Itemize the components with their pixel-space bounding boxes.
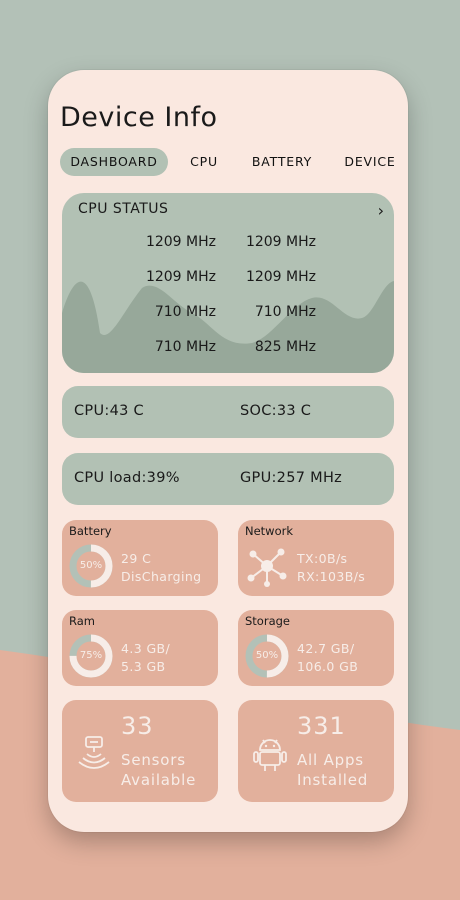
network-nodes-icon xyxy=(247,548,287,587)
storage-percent: 50% xyxy=(255,650,279,661)
ram-label: Ram xyxy=(69,614,95,628)
battery-tile[interactable]: Battery 50% 29 C DisCharging xyxy=(62,520,218,596)
battery-label: Battery xyxy=(69,524,112,538)
cpu-core-freq: 825 MHz xyxy=(254,339,316,355)
sensors-tile[interactable]: 33 Sensors Available xyxy=(62,700,218,802)
soc-temp: SOC:33 C xyxy=(240,403,312,419)
phone-screen: Device Info DASHBOARD CPU BATTERY DEVICE… xyxy=(48,70,408,832)
tab-device[interactable]: DEVICE xyxy=(332,148,408,176)
cpu-load: CPU load:39% xyxy=(74,470,180,486)
network-info: TX:0B/s RX:103B/s xyxy=(297,551,366,584)
apps-count: 331 xyxy=(297,712,346,740)
sensors-count: 33 xyxy=(121,712,154,740)
ram-percent: 75% xyxy=(79,650,103,661)
chevron-right-icon[interactable]: › xyxy=(378,201,384,220)
apps-caption: All Apps Installed xyxy=(297,751,369,789)
page-title: Device Info xyxy=(60,102,218,133)
cpu-temp: CPU:43 C xyxy=(74,403,144,419)
cpu-core-freq: 1209 MHz xyxy=(145,269,216,285)
android-icon xyxy=(253,739,287,771)
storage-info: 42.7 GB/106.0 GB xyxy=(297,641,359,674)
cpu-core-freq: 710 MHz xyxy=(154,304,216,320)
cpu-core-freq: 1209 MHz xyxy=(145,234,216,250)
ram-info: 4.3 GB/5.3 GB xyxy=(121,641,171,674)
sensor-icon xyxy=(78,736,110,769)
cpu-core-freq: 710 MHz xyxy=(154,339,216,355)
cpu-core-freq: 1209 MHz xyxy=(245,269,316,285)
cpu-core-freq: 1209 MHz xyxy=(245,234,316,250)
storage-label: Storage xyxy=(245,614,290,628)
cpu-core-freq: 710 MHz xyxy=(254,304,316,320)
tab-battery[interactable]: BATTERY xyxy=(240,148,324,176)
cpu-status-title: CPU STATUS xyxy=(78,201,169,217)
network-tile[interactable]: Network TX:0B/s RX:103B/s xyxy=(238,520,394,596)
gpu-freq: GPU:257 MHz xyxy=(240,470,343,486)
tab-cpu[interactable]: CPU xyxy=(176,148,232,176)
storage-tile[interactable]: Storage 50% 42.7 GB/106.0 GB xyxy=(238,610,394,686)
network-label: Network xyxy=(245,524,294,538)
sensors-caption: Sensors Available xyxy=(121,751,197,789)
battery-percent: 50% xyxy=(79,560,103,571)
apps-tile[interactable]: 331 All Apps Installed xyxy=(238,700,394,802)
battery-info: 29 C DisCharging xyxy=(121,551,202,584)
load-card[interactable]: CPU load:39% GPU:257 MHz xyxy=(62,453,394,505)
tab-dashboard[interactable]: DASHBOARD xyxy=(60,148,168,176)
ram-tile[interactable]: Ram 75% 4.3 GB/5.3 GB xyxy=(62,610,218,686)
temperature-card[interactable]: CPU:43 C SOC:33 C xyxy=(62,386,394,438)
cpu-status-card[interactable]: CPU STATUS › 1209 MHz 1209 MHz 1209 MHz … xyxy=(62,193,394,373)
tab-bar: DASHBOARD CPU BATTERY DEVICE xyxy=(60,148,408,176)
